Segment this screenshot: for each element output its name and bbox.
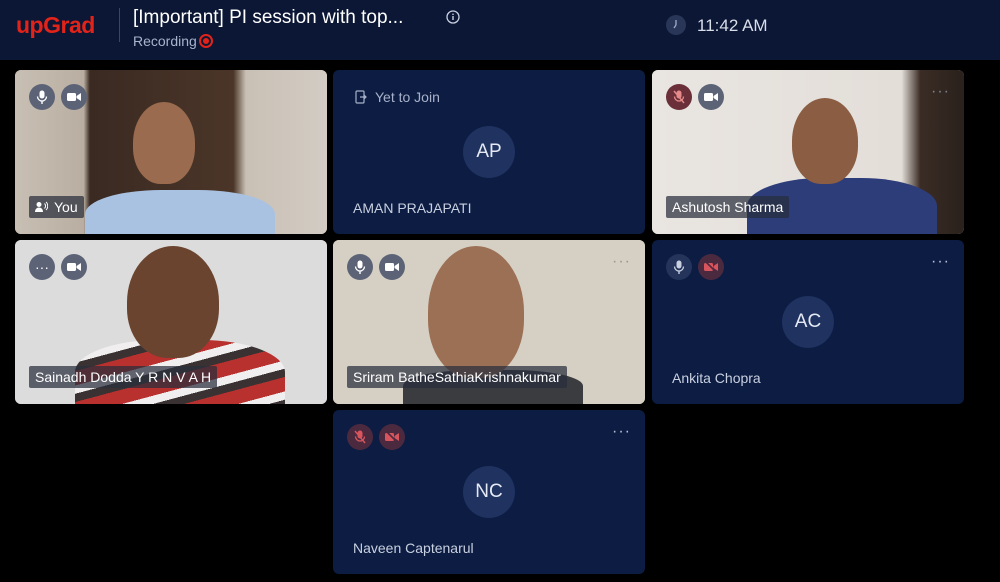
participant-tile-aman-prajapati[interactable]: Yet to Join AP AMAN PRAJAPATI xyxy=(333,70,645,234)
participant-tile-sriram[interactable]: ··· Sriram BatheSathiaKrishnakumar xyxy=(333,240,645,404)
camera-icon[interactable] xyxy=(61,254,87,280)
more-options-icon[interactable]: ··· xyxy=(612,424,631,440)
camera-off-icon[interactable] xyxy=(698,254,724,280)
mic-icon[interactable] xyxy=(29,84,55,110)
upgrad-logo: upGrad xyxy=(16,12,95,38)
enter-icon xyxy=(355,90,367,104)
recording-indicator-icon xyxy=(199,34,213,48)
session-title: [Important] PI session with top... xyxy=(133,7,404,28)
camera-icon[interactable] xyxy=(698,84,724,110)
participant-name-label: Sainadh Dodda Y R N V A H xyxy=(29,366,218,388)
camera-icon[interactable] xyxy=(61,84,87,110)
avatar: AC xyxy=(782,296,834,348)
mic-off-icon[interactable] xyxy=(666,84,692,110)
participant-tile-you[interactable]: You xyxy=(15,70,327,234)
more-options-icon[interactable]: ··· xyxy=(612,254,631,270)
participant-name-label: Naveen Captenarul xyxy=(353,540,474,556)
info-icon[interactable] xyxy=(446,10,460,24)
mic-icon[interactable] xyxy=(347,254,373,280)
more-options-icon[interactable]: ··· xyxy=(29,254,55,280)
avatar: NC xyxy=(463,466,515,518)
top-bar: upGrad [Important] PI session with top..… xyxy=(0,0,1000,60)
camera-icon[interactable] xyxy=(379,254,405,280)
participant-figure xyxy=(85,190,275,234)
more-options-icon[interactable]: ··· xyxy=(931,254,950,270)
participant-name-label: Ankita Chopra xyxy=(672,370,761,386)
participant-name-label: You xyxy=(29,196,84,218)
recording-label: Recording xyxy=(133,33,197,49)
current-time: 11:42 AM xyxy=(697,16,768,35)
participant-tile-ashutosh-sharma[interactable]: ··· Ashutosh Sharma xyxy=(652,70,964,234)
speaking-icon xyxy=(35,201,48,212)
more-options-icon[interactable]: ··· xyxy=(931,84,950,100)
mic-icon[interactable] xyxy=(666,254,692,280)
header-divider xyxy=(119,8,120,42)
mic-off-icon[interactable] xyxy=(347,424,373,450)
camera-off-icon[interactable] xyxy=(379,424,405,450)
clock-icon xyxy=(666,15,686,35)
participant-tile-sainadh-dodda[interactable]: ··· Sainadh Dodda Y R N V A H xyxy=(15,240,327,404)
participant-tile-naveen-captenarul[interactable]: ··· NC Naveen Captenarul xyxy=(333,410,645,574)
participant-name-label: AMAN PRAJAPATI xyxy=(353,200,472,216)
yet-to-join-status: Yet to Join xyxy=(355,89,440,105)
participant-name-label: Ashutosh Sharma xyxy=(666,196,790,218)
participant-tile-ankita-chopra[interactable]: ··· AC Ankita Chopra xyxy=(652,240,964,404)
participant-name-label: Sriram BatheSathiaKrishnakumar xyxy=(347,366,567,388)
avatar: AP xyxy=(463,126,515,178)
